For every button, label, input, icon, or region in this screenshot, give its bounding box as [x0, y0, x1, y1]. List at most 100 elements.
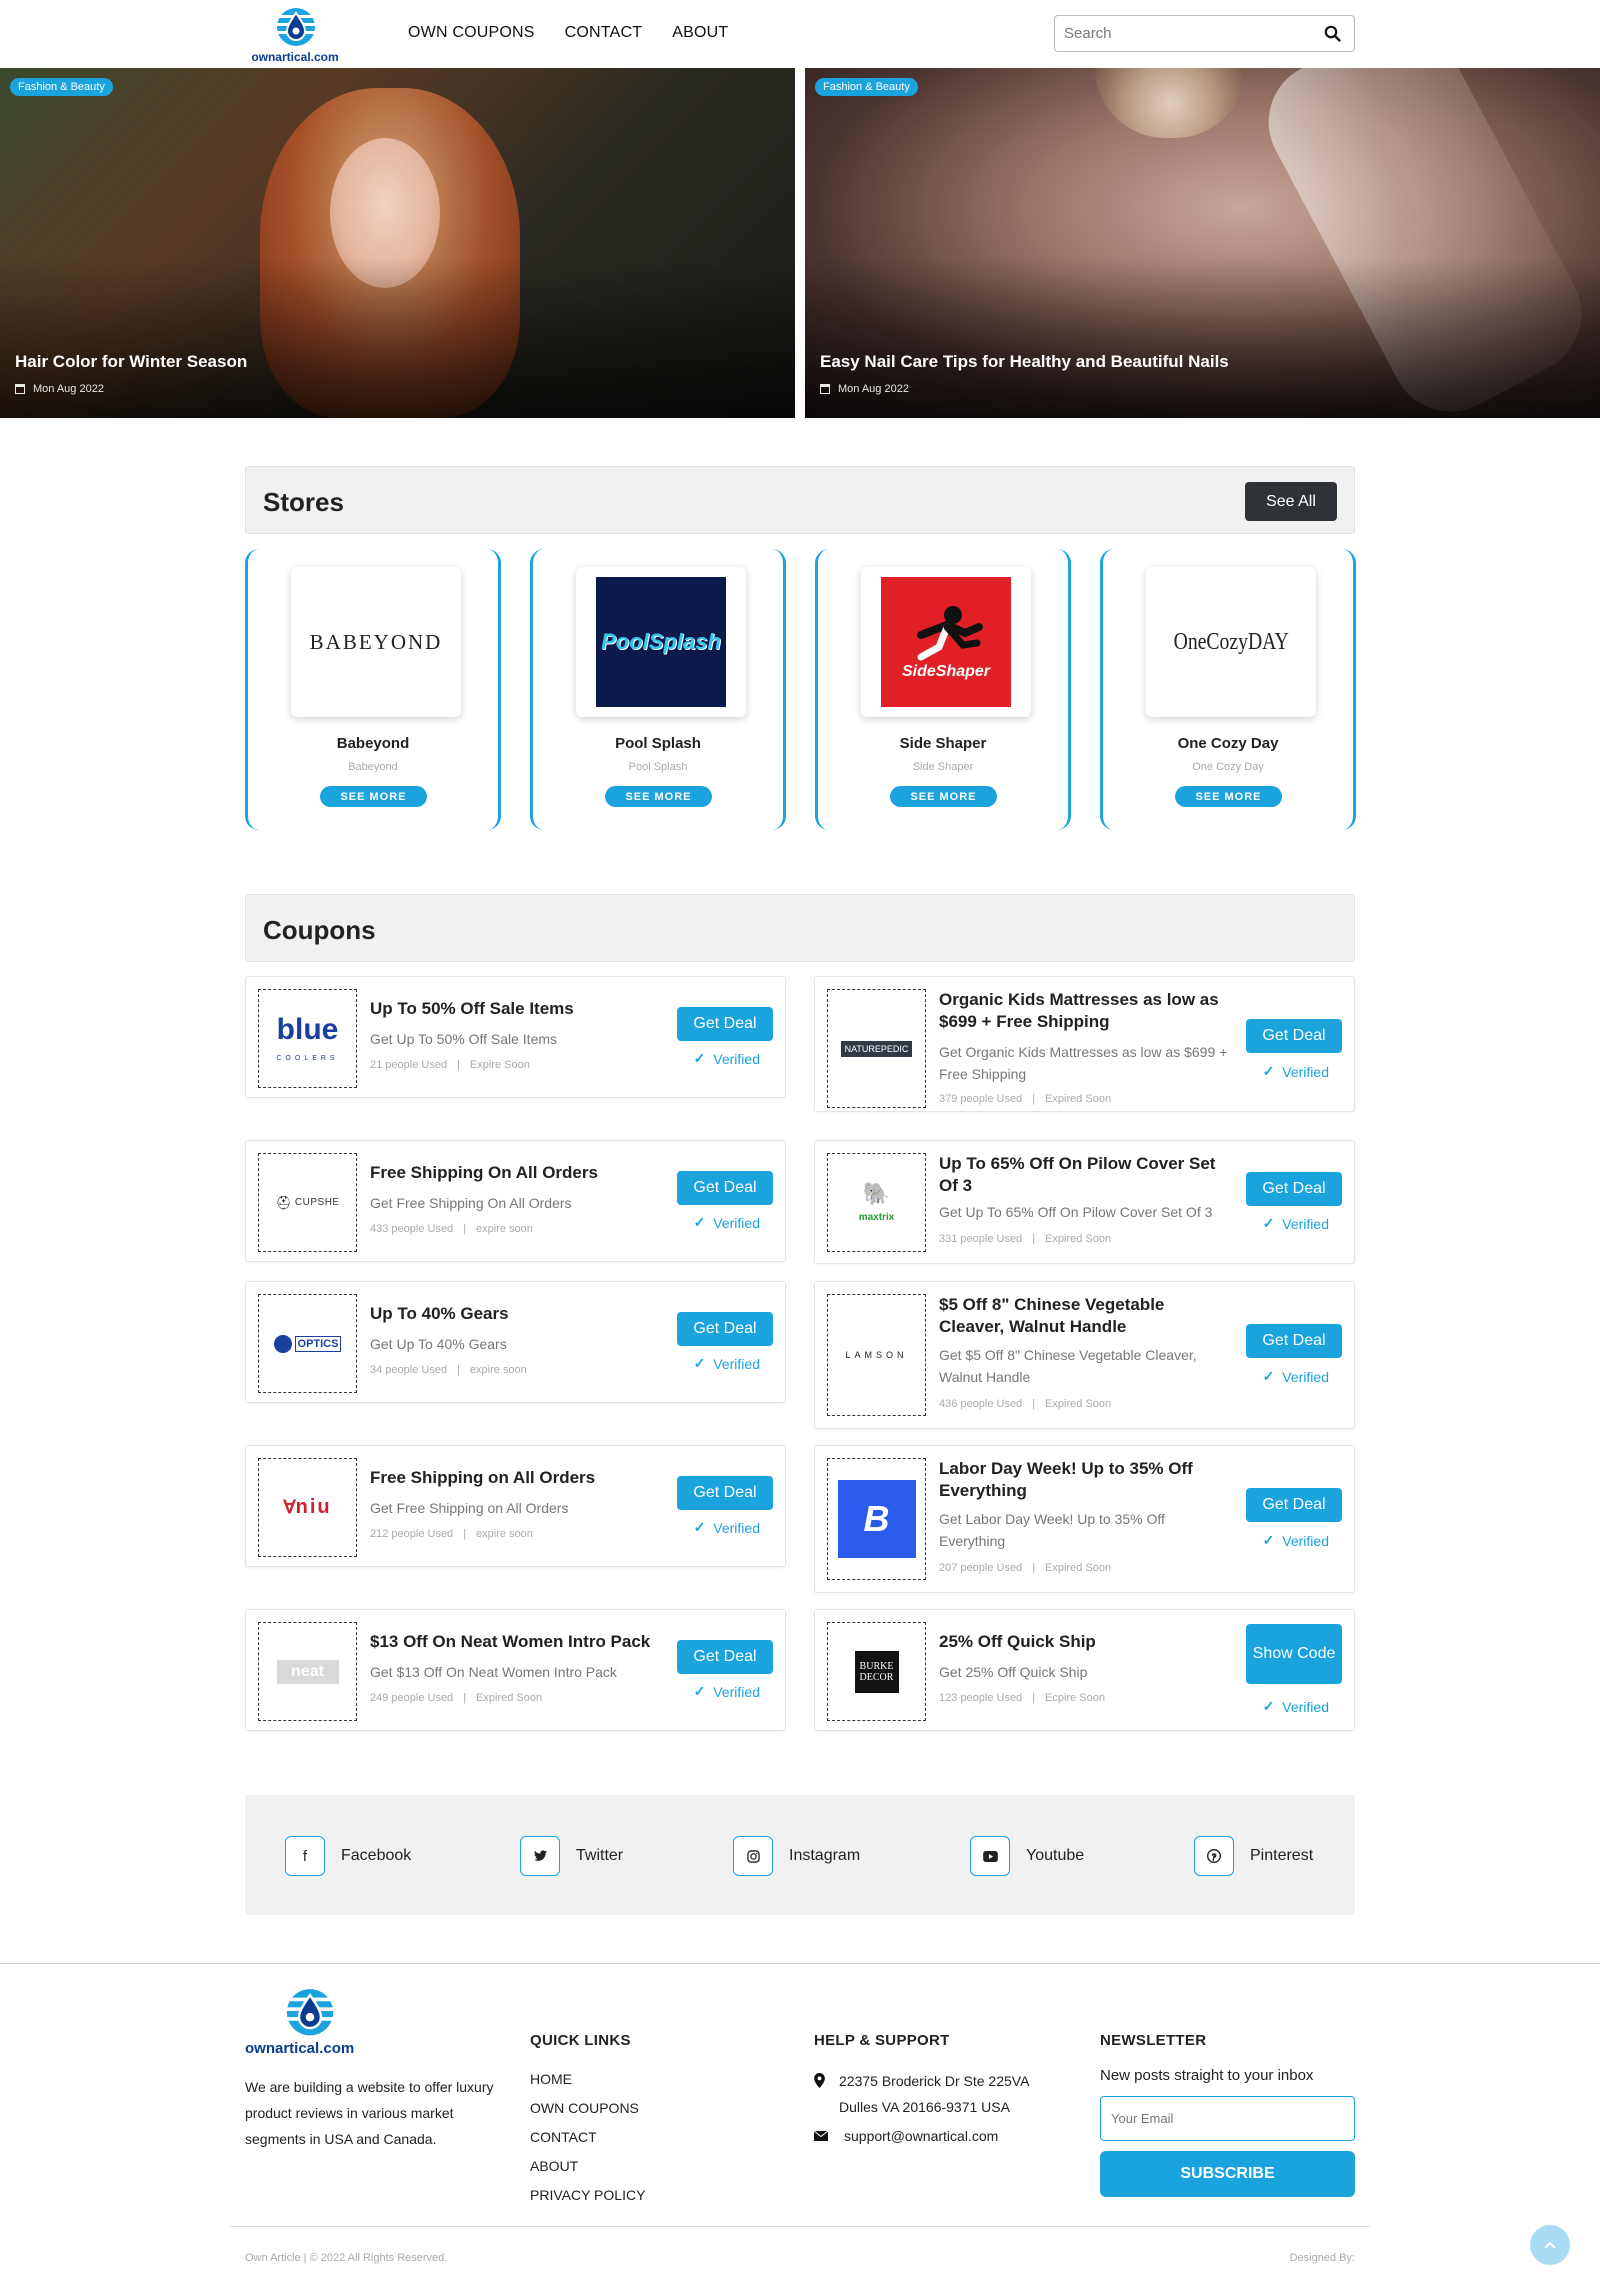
coupon-title[interactable]: $5 Off 8" Chinese Vegetable Cleaver, Wal…: [939, 1294, 1229, 1338]
coupon-used-count: 379 people Used: [939, 1093, 1023, 1105]
footer-link-contact[interactable]: CONTACT: [530, 2127, 645, 2156]
instagram-icon[interactable]: [733, 1836, 773, 1876]
see-more-button[interactable]: SEE MORE: [890, 786, 997, 807]
twitter-icon[interactable]: [520, 1836, 560, 1876]
coupon-card: NATUREPEDIC Organic Kids Mattresses as l…: [814, 976, 1355, 1112]
get-deal-button[interactable]: Get Deal: [677, 1007, 773, 1041]
coupon-title[interactable]: Up To 40% Gears: [370, 1303, 660, 1325]
coupon-title[interactable]: Labor Day Week! Up to 35% Off Everything: [939, 1458, 1229, 1502]
coupon-logo-text: OPTICS: [294, 1335, 342, 1352]
social-youtube[interactable]: Youtube: [970, 1836, 1084, 1876]
social-label[interactable]: Facebook: [341, 1847, 411, 1865]
designed-by-text: Designed By:: [1289, 2252, 1355, 2264]
store-logo: PoolSplash: [576, 567, 746, 717]
coupon-description: Get Up To 50% Off Sale Items: [370, 1031, 558, 1047]
quick-links-heading: QUICK LINKS: [530, 2032, 631, 2049]
envelope-icon: [814, 2131, 828, 2141]
hero-title[interactable]: Hair Color for Winter Season: [15, 352, 247, 372]
coupon-expiry: expire soon: [476, 1528, 533, 1540]
store-card-babeyond[interactable]: BABEYOND Babeyond Babeyond SEE MORE: [245, 549, 501, 830]
get-deal-button[interactable]: Get Deal: [1246, 1019, 1342, 1053]
coupon-title[interactable]: Free Shipping On All Orders: [370, 1162, 660, 1184]
calendar-icon: [15, 384, 25, 394]
store-card-side-shaper[interactable]: SideShaper Side Shaper Side Shaper SEE M…: [815, 549, 1071, 830]
store-subtitle: Pool Splash: [628, 761, 688, 773]
nav-own-coupons[interactable]: OWN COUPONS: [408, 24, 535, 42]
check-icon: ✓: [1262, 1215, 1275, 1231]
see-more-button[interactable]: SEE MORE: [320, 786, 427, 807]
help-support-heading: HELP & SUPPORT: [814, 2032, 950, 2049]
coupon-logo: BURKE DECOR: [827, 1622, 926, 1721]
store-card-one-cozy-day[interactable]: OneCozyDAY One Cozy Day One Cozy Day SEE…: [1100, 549, 1356, 830]
hero-title[interactable]: Easy Nail Care Tips for Healthy and Beau…: [820, 352, 1229, 372]
coupon-title[interactable]: 25% Off Quick Ship: [939, 1631, 1229, 1653]
coupon-used-count: 436 people Used: [939, 1398, 1023, 1410]
copyright-text: Own Article | © 2022 All Rights Reserved…: [245, 2252, 448, 2264]
show-code-button[interactable]: Show Code: [1246, 1624, 1342, 1684]
youtube-icon[interactable]: [970, 1836, 1010, 1876]
chevron-up-icon: [1544, 2241, 1556, 2249]
coupon-card: neat $13 Off On Neat Women Intro Pack Ge…: [245, 1609, 786, 1731]
footer-link-home[interactable]: HOME: [530, 2069, 645, 2098]
nav-contact[interactable]: CONTACT: [565, 24, 643, 42]
footer-logo[interactable]: ownartical.com: [245, 1984, 375, 2057]
coupon-used-count: 212 people Used: [370, 1528, 454, 1540]
coupons-title: Coupons: [263, 915, 376, 945]
email-text[interactable]: support@ownartical.com: [844, 2128, 998, 2144]
facebook-icon[interactable]: f: [285, 1836, 325, 1876]
search-icon[interactable]: [1324, 25, 1341, 42]
coupon-logo: B: [827, 1458, 926, 1580]
verified-badge: ✓ Verified: [694, 1355, 760, 1372]
subscribe-button[interactable]: SUBSCRIBE: [1100, 2151, 1355, 2197]
coupon-expiry: Expired Soon: [1045, 1398, 1112, 1410]
coupon-title[interactable]: $13 Off On Neat Women Intro Pack: [370, 1631, 660, 1653]
social-label[interactable]: Youtube: [1026, 1847, 1084, 1865]
newsletter-email-input[interactable]: [1100, 2096, 1355, 2141]
footer-link-own-coupons[interactable]: OWN COUPONS: [530, 2098, 645, 2127]
see-more-button[interactable]: SEE MORE: [605, 786, 712, 807]
get-deal-button[interactable]: Get Deal: [1246, 1324, 1342, 1358]
hero-post-nail-care[interactable]: Fashion & Beauty Easy Nail Care Tips for…: [805, 68, 1600, 418]
footer-email[interactable]: support@ownartical.com: [814, 2128, 998, 2144]
footer-link-about[interactable]: ABOUT: [530, 2156, 645, 2185]
footer-link-privacy-policy[interactable]: PRIVACY POLICY: [530, 2185, 645, 2214]
coupon-title[interactable]: Free Shipping on All Orders: [370, 1467, 660, 1489]
coupon-meta: 433 people Used | expire soon: [370, 1223, 533, 1235]
social-twitter[interactable]: Twitter: [520, 1836, 623, 1876]
check-icon: ✓: [1262, 1698, 1275, 1714]
water-drop-logo-icon: [286, 1989, 334, 2036]
coupon-title[interactable]: Up To 65% Off On Pilow Cover Set Of 3: [939, 1153, 1229, 1197]
site-logo[interactable]: ownartical.com: [245, 5, 345, 64]
category-tag[interactable]: Fashion & Beauty: [815, 78, 918, 96]
pinterest-icon[interactable]: [1194, 1836, 1234, 1876]
coupon-title[interactable]: Organic Kids Mattresses as low as $699 +…: [939, 989, 1229, 1033]
coupon-card: B Labor Day Week! Up to 35% Off Everythi…: [814, 1445, 1355, 1593]
get-deal-button[interactable]: Get Deal: [1246, 1172, 1342, 1206]
hero-glitter-image: [1095, 68, 1245, 138]
get-deal-button[interactable]: Get Deal: [677, 1312, 773, 1346]
coupon-logo: NATUREPEDIC: [827, 989, 926, 1108]
coupon-expiry: Expired Soon: [476, 1692, 543, 1704]
coupon-expiry: Ecpire Soon: [1045, 1692, 1105, 1704]
nav-about[interactable]: ABOUT: [672, 24, 728, 42]
get-deal-button[interactable]: Get Deal: [677, 1640, 773, 1674]
category-tag[interactable]: Fashion & Beauty: [10, 78, 113, 96]
get-deal-button[interactable]: Get Deal: [677, 1171, 773, 1205]
social-pinterest[interactable]: Pinterest: [1194, 1836, 1313, 1876]
get-deal-button[interactable]: Get Deal: [1246, 1488, 1342, 1522]
coupon-card: ∀ niu Free Shipping on All Orders Get Fr…: [245, 1445, 786, 1567]
social-label[interactable]: Pinterest: [1250, 1847, 1313, 1865]
hero-post-hair-color[interactable]: Fashion & Beauty Hair Color for Winter S…: [0, 68, 795, 418]
search-input[interactable]: [1055, 16, 1310, 51]
store-card-pool-splash[interactable]: PoolSplash Pool Splash Pool Splash SEE M…: [530, 549, 786, 830]
social-label[interactable]: Instagram: [789, 1847, 860, 1865]
coupon-title[interactable]: Up To 50% Off Sale Items: [370, 998, 660, 1020]
see-more-button[interactable]: SEE MORE: [1175, 786, 1282, 807]
logo-text: ownartical.com: [245, 2040, 355, 2057]
social-facebook[interactable]: f Facebook: [285, 1836, 411, 1876]
social-instagram[interactable]: Instagram: [733, 1836, 860, 1876]
get-deal-button[interactable]: Get Deal: [677, 1476, 773, 1510]
social-label[interactable]: Twitter: [576, 1847, 623, 1865]
see-all-button[interactable]: See All: [1245, 482, 1337, 521]
scroll-to-top-button[interactable]: [1530, 2225, 1570, 2265]
